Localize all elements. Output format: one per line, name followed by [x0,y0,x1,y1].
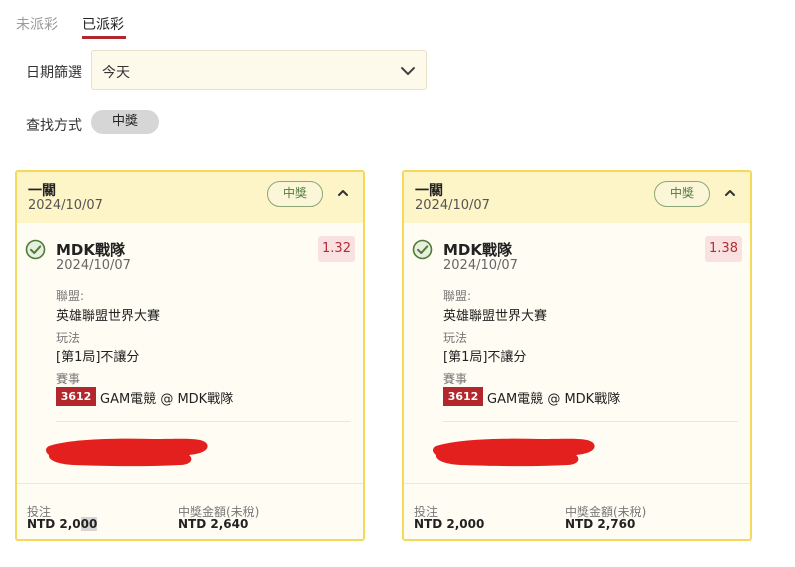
divider [56,421,351,422]
stake-value-highlight: 00 [80,517,98,531]
date-filter-value: 今天 [102,65,130,81]
bet-card: 一關 2024/10/07 中獎 MDK戰隊 2024/10/07 1.38 聯… [402,170,752,541]
play-type-value: [第1局]不讓分 [56,350,140,365]
selected-team: MDK戰隊 [56,241,126,259]
status-badge: 中獎 [654,181,710,207]
divider [443,421,738,422]
event-name: GAM電競 @ MDK戰隊 [100,392,234,407]
event-name: GAM電競 @ MDK戰隊 [487,392,621,407]
league-label: 聯盟: [443,289,472,303]
stake-value: NTD 2,000 [414,517,485,531]
check-circle-icon [412,239,433,260]
footer-divider [17,483,363,484]
date-filter-select[interactable]: 今天 [91,50,427,90]
event-label: 賽事 [56,372,81,386]
bet-type: 一關 [415,183,443,199]
check-circle-icon [25,239,46,260]
bet-date: 2024/10/07 [28,198,103,213]
league-value: 英雄聯盟世界大賽 [56,309,161,324]
odds-badge: 1.32 [318,236,355,262]
event-id-badge: 3612 [443,387,483,406]
date-filter-label: 日期篩選 [26,65,82,81]
selected-team: MDK戰隊 [443,241,513,259]
tab-unsettled[interactable]: 未派彩 [16,14,58,34]
event-id-badge: 3612 [56,387,96,406]
match-date: 2024/10/07 [443,258,518,273]
bet-card-header[interactable]: 一關 2024/10/07 中獎 [17,172,363,223]
payout-value: NTD 2,760 [565,517,636,531]
match-date: 2024/10/07 [56,258,131,273]
chevron-up-icon[interactable] [724,188,736,198]
bet-card: 一關 2024/10/07 中獎 MDK戰隊 2024/10/07 1.32 聯… [15,170,365,541]
redaction-mark [46,438,208,467]
play-type-label: 玩法 [443,331,468,345]
stake-value-main: NTD 2,0 [27,517,81,531]
bet-card-header[interactable]: 一關 2024/10/07 中獎 [404,172,750,223]
search-method-chip[interactable]: 中獎 [91,110,159,134]
redaction-mark [433,438,595,467]
status-badge: 中獎 [267,181,323,207]
chevron-up-icon[interactable] [337,188,349,198]
odds-badge: 1.38 [705,236,742,262]
tab-settled[interactable]: 已派彩 [82,14,126,39]
play-type-value: [第1局]不讓分 [443,350,527,365]
footer-divider [404,483,750,484]
chevron-down-icon [401,67,415,75]
bet-date: 2024/10/07 [415,198,490,213]
stake-value: NTD 2,000 [27,517,98,531]
league-value: 英雄聯盟世界大賽 [443,309,548,324]
payout-value: NTD 2,640 [178,517,249,531]
bet-type: 一關 [28,183,56,199]
event-label: 賽事 [443,372,468,386]
search-method-label: 查找方式 [26,118,82,134]
league-label: 聯盟: [56,289,85,303]
play-type-label: 玩法 [56,331,81,345]
